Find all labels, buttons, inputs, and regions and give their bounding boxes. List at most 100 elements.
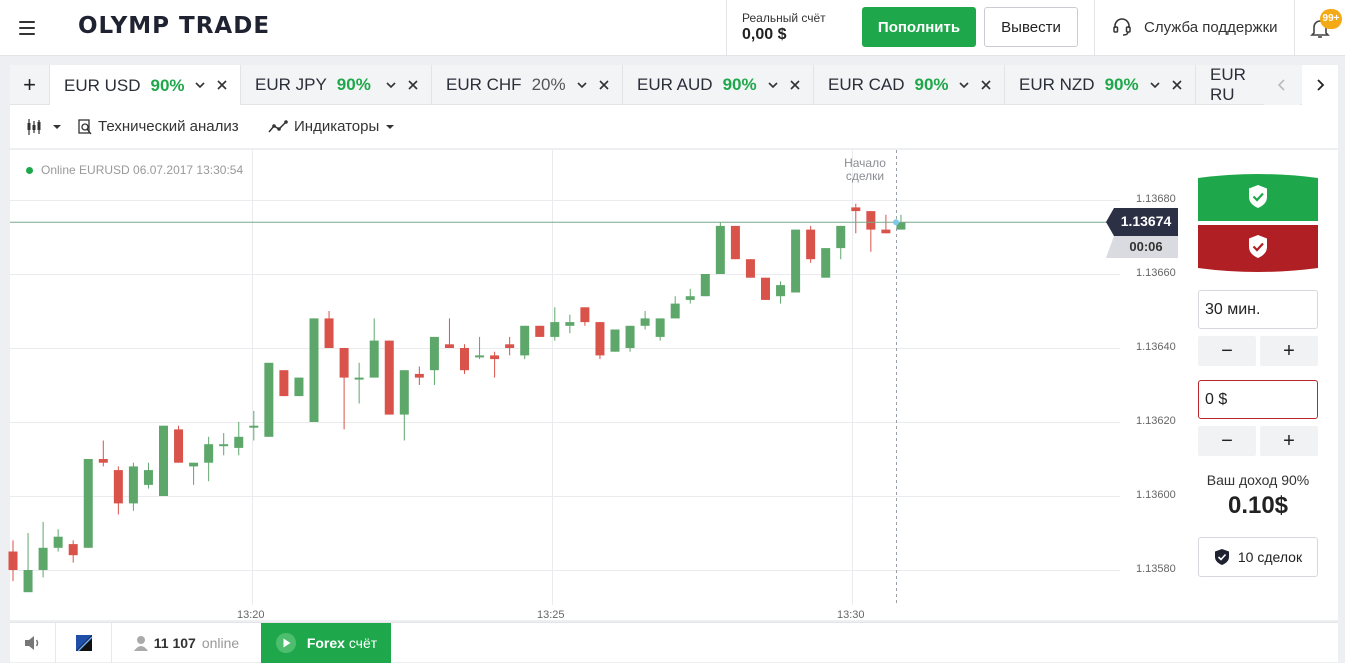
candle-body	[535, 325, 545, 337]
tab-pair: EUR CHF	[446, 75, 522, 94]
tab-eur-chf[interactable]: EUR CHF 20%	[432, 65, 623, 105]
forex-account-button[interactable]: Forex счёт	[261, 623, 391, 663]
tab-eur-aud[interactable]: EUR AUD 90%	[623, 65, 814, 105]
candle-body	[625, 325, 635, 348]
speaker-icon	[24, 636, 38, 650]
close-icon[interactable]	[216, 79, 228, 91]
duration-increase-button[interactable]: +	[1260, 336, 1318, 366]
candle-body	[354, 377, 364, 380]
user-icon	[133, 636, 148, 651]
candle-body	[339, 348, 349, 378]
y-tick: 1.13680	[1136, 193, 1176, 205]
candle-body	[444, 344, 454, 348]
close-icon[interactable]	[598, 79, 610, 91]
technical-analysis-label: Технический анализ	[98, 118, 239, 135]
tabs-scroll-right[interactable]	[1302, 65, 1338, 105]
candle-body	[550, 322, 560, 337]
chevron-down-icon[interactable]	[385, 79, 397, 91]
tab-eur-jpy[interactable]: EUR JPY 90%	[241, 65, 432, 105]
y-tick: 1.13640	[1136, 341, 1176, 353]
support-link[interactable]: Служба поддержки	[1112, 17, 1278, 37]
call-up-button[interactable]	[1198, 173, 1318, 221]
theme-toggle[interactable]	[56, 623, 112, 663]
tab-pair: EUR USD	[64, 75, 141, 95]
candle-body	[655, 318, 665, 337]
menu-icon[interactable]	[14, 18, 40, 38]
close-icon[interactable]	[407, 79, 419, 91]
indicators-button[interactable]: Индикаторы	[268, 118, 395, 135]
add-tab-button[interactable]: +	[10, 65, 50, 105]
candle-body	[429, 336, 439, 371]
current-price-marker	[893, 219, 899, 226]
sound-toggle[interactable]	[10, 623, 56, 663]
duration-field[interactable]: 30 мин.	[1198, 290, 1318, 329]
online-word: online	[201, 635, 240, 651]
deal-start-label: Начало сделки	[828, 157, 902, 183]
support-label: Служба поддержки	[1144, 18, 1278, 36]
close-icon[interactable]	[1171, 79, 1183, 91]
tab-eur-nzd[interactable]: EUR NZD 90%	[1005, 65, 1196, 105]
indicators-icon	[268, 119, 288, 132]
close-icon[interactable]	[980, 79, 992, 91]
amount-increase-button[interactable]: +	[1260, 426, 1318, 456]
candle-body	[279, 370, 289, 397]
caret-down-icon	[386, 124, 395, 129]
candlestick-chart[interactable]	[0, 150, 1190, 620]
divider	[1294, 0, 1295, 56]
tab-pair: EUR JPY	[255, 75, 327, 94]
duration-decrease-button[interactable]: −	[1198, 336, 1256, 366]
candle-body	[520, 325, 530, 356]
tab-eur-rub[interactable]: EUR RU	[1196, 65, 1266, 105]
chevron-down-icon[interactable]	[194, 79, 206, 91]
candle-body	[821, 248, 831, 278]
close-icon[interactable]	[789, 79, 801, 91]
footer-bar: 11 107 online Forex счёт	[10, 622, 1338, 663]
chart-type-selector[interactable]	[26, 118, 62, 136]
candle-body	[309, 318, 319, 422]
candle-body	[565, 322, 575, 326]
tab-pair: EUR CAD	[828, 75, 905, 94]
candle-body	[219, 444, 229, 447]
income-label: Ваш доход 90%	[1206, 472, 1310, 488]
deal-start-line2: сделки	[845, 169, 885, 183]
candle-body	[83, 459, 93, 548]
logo: OLYMP TRADE	[78, 13, 271, 39]
deals-button[interactable]: 10 сделок	[1198, 537, 1318, 577]
chevron-down-icon[interactable]	[576, 79, 588, 91]
shield-check-icon	[1214, 549, 1229, 565]
countdown-tag: 00:06	[1106, 236, 1178, 258]
candle-body	[189, 462, 199, 467]
tab-pair: EUR RU	[1210, 65, 1246, 104]
tab-eur-cad[interactable]: EUR CAD 90%	[814, 65, 1005, 105]
account-selector[interactable]: Реальный счёт 0,00 $	[742, 11, 826, 44]
candle-body	[490, 355, 500, 360]
x-tick: 13:30	[837, 609, 865, 621]
candle-body	[730, 225, 740, 260]
candle-body	[38, 547, 48, 570]
technical-analysis-button[interactable]: Технический анализ	[78, 118, 239, 135]
candle-body	[53, 536, 63, 548]
x-tick: 13:25	[537, 609, 565, 621]
put-down-button[interactable]	[1198, 225, 1318, 273]
chevron-down-icon[interactable]	[1149, 79, 1161, 91]
candle-body	[685, 296, 695, 300]
indicators-label: Индикаторы	[294, 118, 380, 135]
y-tick: 1.13620	[1136, 415, 1176, 427]
chevron-right-icon	[1317, 79, 1325, 91]
candle-body	[761, 277, 770, 300]
forex-suffix: счёт	[348, 635, 378, 651]
deposit-button[interactable]: Пополнить	[862, 7, 976, 47]
candle-body	[640, 318, 650, 326]
divider	[726, 0, 727, 56]
amount-decrease-button[interactable]: −	[1198, 426, 1256, 456]
tab-eur-usd[interactable]: EUR USD 90%	[50, 65, 241, 106]
withdraw-button[interactable]: Вывести	[984, 7, 1078, 47]
chevron-down-icon[interactable]	[958, 79, 970, 91]
candle-body	[715, 225, 725, 274]
amount-field[interactable]: 0 $	[1198, 380, 1318, 419]
y-tick: 1.13600	[1136, 489, 1176, 501]
candle-body	[791, 229, 801, 293]
chevron-down-icon[interactable]	[767, 79, 779, 91]
candle-body	[414, 373, 424, 378]
tabs-scroll-left[interactable]	[1264, 65, 1300, 105]
